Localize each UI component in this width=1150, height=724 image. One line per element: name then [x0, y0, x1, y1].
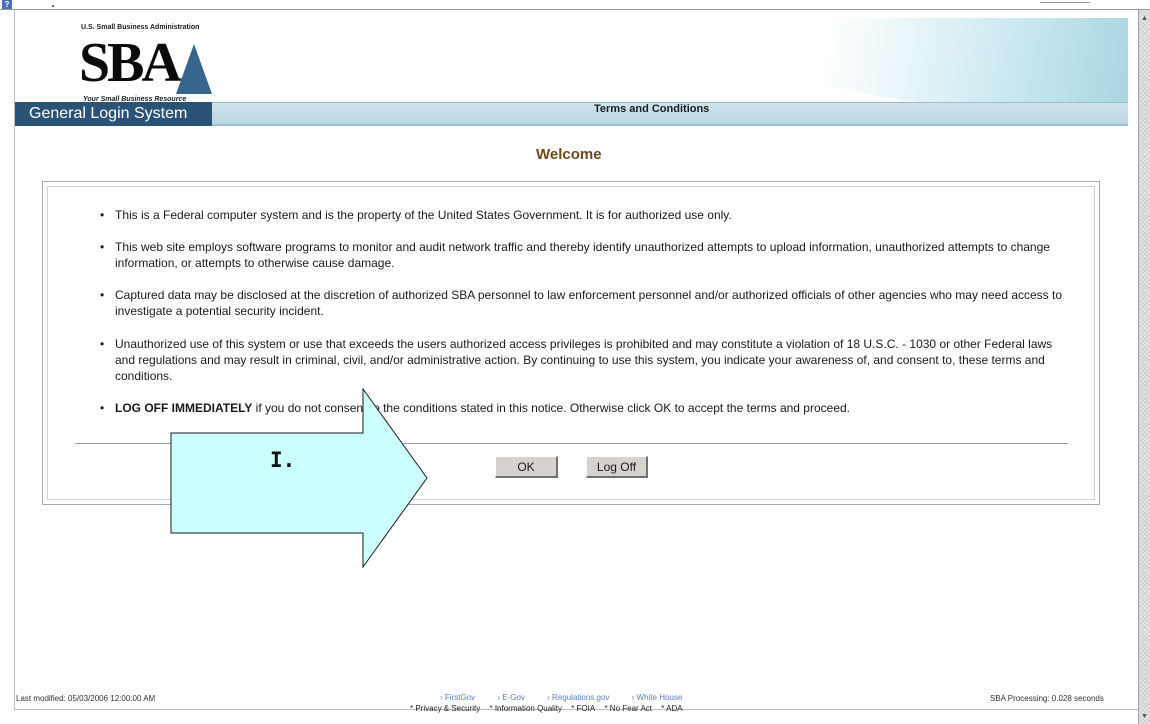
sba-logo[interactable]: U.S. Small Business Administration SBA Y…	[79, 24, 212, 108]
list-item: This is a Federal computer system and is…	[100, 207, 1068, 223]
system-name-tab: General Login System	[15, 102, 212, 126]
list-item: Captured data may be disclosed at the di…	[100, 287, 1068, 319]
footer-link-no-fear-act[interactable]: * No Fear Act	[604, 704, 652, 713]
ok-button[interactable]: OK	[495, 456, 558, 478]
browser-top-edge	[0, 0, 1150, 10]
site-header: U.S. Small Business Administration SBA Y…	[15, 10, 1128, 128]
annotation-label: I.	[270, 448, 296, 472]
logo-wordmark: SBA	[79, 32, 182, 94]
footer-link-firstgov[interactable]: › FirstGov	[440, 693, 485, 702]
footer-link-privacy[interactable]: * Privacy & Security	[410, 704, 480, 713]
top-divider-mark	[52, 5, 54, 7]
footer-link-foia[interactable]: * FOIA	[571, 704, 595, 713]
annotation-arrow-icon	[170, 388, 428, 568]
page-title: Terms and Conditions	[594, 103, 710, 115]
processing-time: SBA Processing: 0.028 seconds	[990, 694, 1104, 703]
last-modified: Last modified: 05/03/2006 12:00:00 AM	[16, 694, 156, 703]
nav-underline	[212, 124, 1128, 126]
footer-link-label: E-Gov	[502, 693, 525, 702]
vertical-scrollbar[interactable]	[1138, 10, 1150, 724]
footer-links: › FirstGov › E-Gov › Regulations.gov › W…	[440, 693, 702, 702]
term-text: This is a Federal computer system and is…	[115, 208, 732, 222]
log-off-button[interactable]: Log Off	[586, 456, 648, 478]
scroll-down-icon[interactable]: ▼	[1140, 712, 1149, 721]
footer-link-whitehouse[interactable]: › White House	[632, 693, 693, 702]
footer-link-ada[interactable]: * ADA	[661, 704, 682, 713]
list-item: This web site employs software programs …	[100, 239, 1068, 271]
term-text: This web site employs software programs …	[115, 240, 1050, 270]
footer-policy-links: * Privacy & Security * Information Quali…	[410, 704, 690, 713]
help-icon[interactable]: ?	[2, 0, 12, 9]
header-swoosh-graphic	[728, 18, 1128, 108]
term-text: Unauthorized use of this system or use t…	[115, 337, 1053, 383]
footer-link-label: Regulations.gov	[552, 693, 610, 702]
footer-link-label: White House	[636, 693, 683, 702]
term-text: Captured data may be disclosed at the di…	[115, 288, 1063, 318]
window-control-lines	[1040, 2, 1090, 10]
list-item: Unauthorized use of this system or use t…	[100, 336, 1068, 384]
logo-triangle-icon	[176, 44, 212, 94]
footer-link-info-quality[interactable]: * Information Quality	[489, 704, 561, 713]
footer-link-egov[interactable]: › E-Gov	[497, 693, 535, 702]
welcome-heading: Welcome	[536, 146, 602, 163]
footer-link-regulations[interactable]: › Regulations.gov	[547, 693, 619, 702]
footer-link-label: FirstGov	[444, 693, 476, 702]
scroll-up-icon[interactable]: ▲	[1140, 14, 1149, 23]
